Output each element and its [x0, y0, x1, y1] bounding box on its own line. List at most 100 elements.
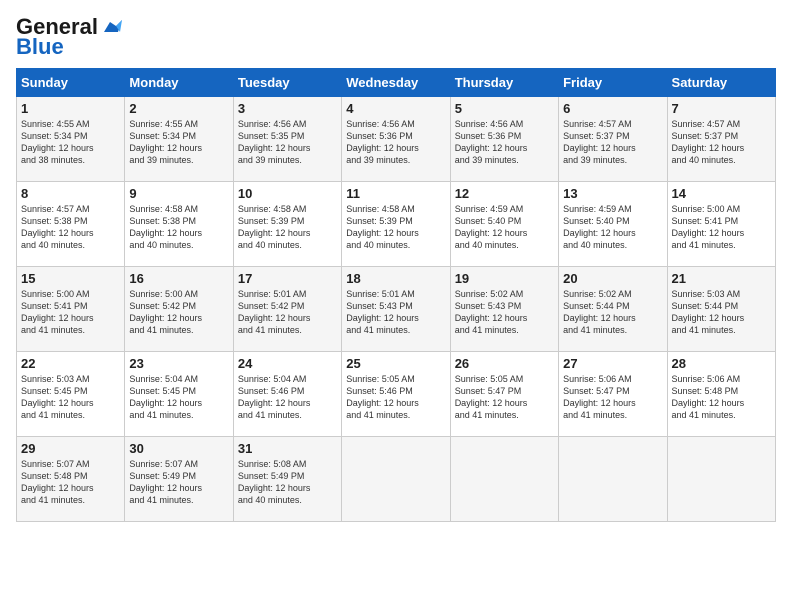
calendar-cell: 31Sunrise: 5:08 AM Sunset: 5:49 PM Dayli…: [233, 437, 341, 522]
calendar-cell: [342, 437, 450, 522]
cell-data: Sunrise: 5:05 AM Sunset: 5:47 PM Dayligh…: [455, 373, 554, 422]
cell-data: Sunrise: 5:02 AM Sunset: 5:44 PM Dayligh…: [563, 288, 662, 337]
calendar-cell: 12Sunrise: 4:59 AM Sunset: 5:40 PM Dayli…: [450, 182, 558, 267]
calendar-cell: 23 Sunrise: 5:04 AM Sunset: 5:45 PM Dayli…: [125, 352, 233, 437]
cell-data: Sunrise: 5:06 AM Sunset: 5:48 PM Dayligh…: [672, 373, 771, 422]
calendar-cell: 7Sunrise: 4:57 AM Sunset: 5:37 PM Daylig…: [667, 97, 775, 182]
cell-data: Sunrise: 5:04 AM Sunset: 5:46 PM Dayligh…: [238, 373, 337, 422]
calendar-cell: 15 Sunrise: 5:00 AM Sunset: 5:41 PM Dayli…: [17, 267, 125, 352]
cell-data: Sunrise: 4:58 AM Sunset: 5:39 PM Dayligh…: [346, 203, 445, 252]
day-number: 5: [455, 101, 554, 116]
day-number: 21: [672, 271, 771, 286]
calendar-cell: 5 Sunrise: 4:56 AM Sunset: 5:36 PM Daylig…: [450, 97, 558, 182]
day-number: 24: [238, 356, 337, 371]
calendar-cell: 30 Sunrise: 5:07 AM Sunset: 5:49 PM Dayli…: [125, 437, 233, 522]
calendar-cell: 25Sunrise: 5:05 AM Sunset: 5:46 PM Dayli…: [342, 352, 450, 437]
cell-data: Sunrise: 5:03 AM Sunset: 5:44 PM Dayligh…: [672, 288, 771, 337]
day-number: 30: [129, 441, 228, 456]
cell-data: Sunrise: 5:01 AM Sunset: 5:42 PM Dayligh…: [238, 288, 337, 337]
cell-data: Sunrise: 5:03 AM Sunset: 5:45 PM Dayligh…: [21, 373, 120, 422]
cell-data: Sunrise: 4:58 AM Sunset: 5:38 PM Dayligh…: [129, 203, 228, 252]
header-thursday: Thursday: [450, 69, 558, 97]
cell-data: Sunrise: 4:57 AM Sunset: 5:38 PM Dayligh…: [21, 203, 120, 252]
calendar-cell: 2 Sunrise: 4:55 AM Sunset: 5:34 PM Daylig…: [125, 97, 233, 182]
calendar-cell: 6 Sunrise: 4:57 AM Sunset: 5:37 PM Daylig…: [559, 97, 667, 182]
cell-data: Sunrise: 5:00 AM Sunset: 5:41 PM Dayligh…: [21, 288, 120, 337]
calendar-cell: [450, 437, 558, 522]
day-number: 31: [238, 441, 337, 456]
week-row-2: 8 Sunrise: 4:57 AM Sunset: 5:38 PM Daylig…: [17, 182, 776, 267]
calendar-cell: 4 Sunrise: 4:56 AM Sunset: 5:36 PM Daylig…: [342, 97, 450, 182]
calendar-cell: 1 Sunrise: 4:55 AM Sunset: 5:34 PM Daylig…: [17, 97, 125, 182]
cell-data: Sunrise: 4:58 AM Sunset: 5:39 PM Dayligh…: [238, 203, 337, 252]
day-number: 15: [21, 271, 120, 286]
cell-data: Sunrise: 5:00 AM Sunset: 5:41 PM Dayligh…: [672, 203, 771, 252]
calendar-cell: 9 Sunrise: 4:58 AM Sunset: 5:38 PM Daylig…: [125, 182, 233, 267]
cell-data: Sunrise: 4:59 AM Sunset: 5:40 PM Dayligh…: [455, 203, 554, 252]
day-number: 6: [563, 101, 662, 116]
cell-data: Sunrise: 4:55 AM Sunset: 5:34 PM Dayligh…: [129, 118, 228, 167]
logo: General Blue: [16, 16, 122, 60]
day-number: 11: [346, 186, 445, 201]
calendar-cell: 8 Sunrise: 4:57 AM Sunset: 5:38 PM Daylig…: [17, 182, 125, 267]
day-number: 3: [238, 101, 337, 116]
day-number: 4: [346, 101, 445, 116]
calendar-cell: 29 Sunrise: 5:07 AM Sunset: 5:48 PM Dayli…: [17, 437, 125, 522]
calendar-cell: [559, 437, 667, 522]
day-number: 1: [21, 101, 120, 116]
cell-data: Sunrise: 5:02 AM Sunset: 5:43 PM Dayligh…: [455, 288, 554, 337]
cell-data: Sunrise: 5:04 AM Sunset: 5:45 PM Dayligh…: [129, 373, 228, 422]
header-tuesday: Tuesday: [233, 69, 341, 97]
calendar-cell: 20 Sunrise: 5:02 AM Sunset: 5:44 PM Dayli…: [559, 267, 667, 352]
day-number: 26: [455, 356, 554, 371]
day-number: 7: [672, 101, 771, 116]
week-row-5: 29 Sunrise: 5:07 AM Sunset: 5:48 PM Dayli…: [17, 437, 776, 522]
calendar-cell: 16Sunrise: 5:00 AM Sunset: 5:42 PM Dayli…: [125, 267, 233, 352]
header-friday: Friday: [559, 69, 667, 97]
day-number: 20: [563, 271, 662, 286]
day-number: 23: [129, 356, 228, 371]
calendar-cell: 3 Sunrise: 4:56 AM Sunset: 5:35 PM Daylig…: [233, 97, 341, 182]
header-wednesday: Wednesday: [342, 69, 450, 97]
day-number: 9: [129, 186, 228, 201]
day-number: 17: [238, 271, 337, 286]
day-number: 13: [563, 186, 662, 201]
calendar-cell: 28 Sunrise: 5:06 AM Sunset: 5:48 PM Dayli…: [667, 352, 775, 437]
header-sunday: Sunday: [17, 69, 125, 97]
calendar-cell: [667, 437, 775, 522]
calendar-cell: 27 Sunrise: 5:06 AM Sunset: 5:47 PM Dayli…: [559, 352, 667, 437]
logo-bird-icon: [100, 18, 122, 36]
cell-data: Sunrise: 5:07 AM Sunset: 5:48 PM Dayligh…: [21, 458, 120, 507]
day-number: 22: [21, 356, 120, 371]
calendar-cell: 22 Sunrise: 5:03 AM Sunset: 5:45 PM Dayli…: [17, 352, 125, 437]
cell-data: Sunrise: 5:07 AM Sunset: 5:49 PM Dayligh…: [129, 458, 228, 507]
calendar-cell: 14Sunrise: 5:00 AM Sunset: 5:41 PM Dayli…: [667, 182, 775, 267]
day-number: 2: [129, 101, 228, 116]
cell-data: Sunrise: 4:59 AM Sunset: 5:40 PM Dayligh…: [563, 203, 662, 252]
day-number: 10: [238, 186, 337, 201]
calendar-cell: 26 Sunrise: 5:05 AM Sunset: 5:47 PM Dayli…: [450, 352, 558, 437]
cell-data: Sunrise: 4:55 AM Sunset: 5:34 PM Dayligh…: [21, 118, 120, 167]
calendar-cell: 21 Sunrise: 5:03 AM Sunset: 5:44 PM Dayli…: [667, 267, 775, 352]
cell-data: Sunrise: 5:01 AM Sunset: 5:43 PM Dayligh…: [346, 288, 445, 337]
day-number: 27: [563, 356, 662, 371]
cell-data: Sunrise: 5:06 AM Sunset: 5:47 PM Dayligh…: [563, 373, 662, 422]
cell-data: Sunrise: 4:56 AM Sunset: 5:36 PM Dayligh…: [346, 118, 445, 167]
cell-data: Sunrise: 4:57 AM Sunset: 5:37 PM Dayligh…: [563, 118, 662, 167]
day-number: 25: [346, 356, 445, 371]
day-number: 8: [21, 186, 120, 201]
header-row: SundayMondayTuesdayWednesdayThursdayFrid…: [17, 69, 776, 97]
cell-data: Sunrise: 4:56 AM Sunset: 5:35 PM Dayligh…: [238, 118, 337, 167]
day-number: 28: [672, 356, 771, 371]
day-number: 19: [455, 271, 554, 286]
calendar-cell: 19 Sunrise: 5:02 AM Sunset: 5:43 PM Dayli…: [450, 267, 558, 352]
calendar-cell: 10 Sunrise: 4:58 AM Sunset: 5:39 PM Dayli…: [233, 182, 341, 267]
cell-data: Sunrise: 4:56 AM Sunset: 5:36 PM Dayligh…: [455, 118, 554, 167]
day-number: 29: [21, 441, 120, 456]
calendar-cell: 18Sunrise: 5:01 AM Sunset: 5:43 PM Dayli…: [342, 267, 450, 352]
header-saturday: Saturday: [667, 69, 775, 97]
header-monday: Monday: [125, 69, 233, 97]
calendar-cell: 17 Sunrise: 5:01 AM Sunset: 5:42 PM Dayli…: [233, 267, 341, 352]
cell-data: Sunrise: 5:00 AM Sunset: 5:42 PM Dayligh…: [129, 288, 228, 337]
week-row-3: 15 Sunrise: 5:00 AM Sunset: 5:41 PM Dayli…: [17, 267, 776, 352]
